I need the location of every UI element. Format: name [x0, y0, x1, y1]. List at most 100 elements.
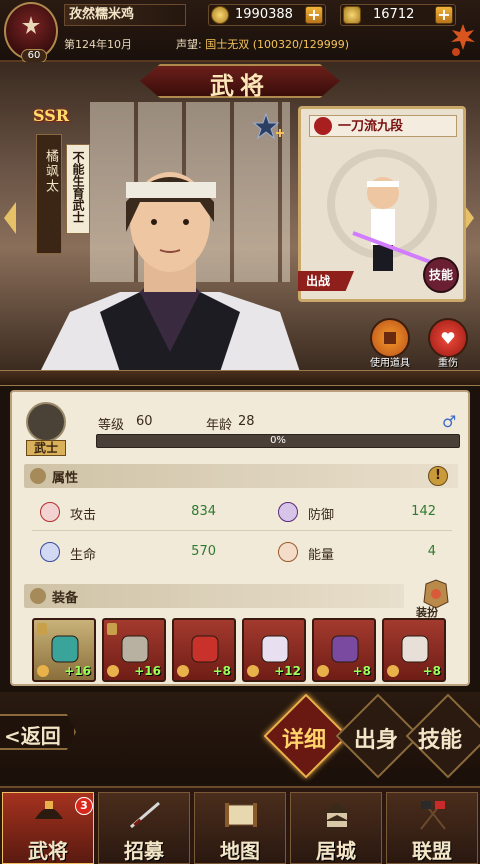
equipment-bonus: +8 — [422, 664, 441, 678]
upgrade-icon — [247, 665, 259, 677]
nav-alliance-label: 联盟 — [412, 839, 452, 863]
upgrade-icon — [107, 665, 119, 677]
defense-value: 142 — [411, 504, 436, 519]
star-plus-icon[interactable] — [252, 112, 284, 144]
samurai-helmet-icon — [26, 402, 66, 442]
castle-icon — [323, 803, 351, 827]
player-name: 孜然糯米鸡 — [64, 4, 186, 26]
generals-badge: 3 — [75, 797, 93, 815]
age-label: 年龄 — [206, 418, 233, 433]
skill-card[interactable]: 一刀流九段 出战 技能 — [298, 106, 466, 302]
use-item-button[interactable] — [370, 318, 410, 358]
attack-label: 攻击 — [70, 508, 97, 523]
skill-name-plate: 一刀流九段 — [309, 115, 457, 137]
tab-detail[interactable]: 详细 — [264, 722, 344, 754]
equipment-slot[interactable]: +8 — [312, 618, 376, 682]
tab-skill[interactable]: 技能 — [400, 722, 480, 754]
energy-value: 4 — [427, 544, 436, 559]
equipment-slot[interactable]: +16 — [102, 618, 166, 682]
equipment-bonus: +8 — [212, 664, 231, 678]
maple-leaf-icon — [451, 24, 475, 56]
health-value: 570 — [191, 544, 216, 559]
player-level-badge: 60 — [21, 49, 47, 63]
male-icon: ♂ — [442, 412, 457, 431]
nav-recruit-label: 招募 — [124, 839, 164, 863]
upgrade-icon — [317, 665, 329, 677]
prestige-value: 国士无双 (100320/129999) — [205, 38, 349, 51]
xp-text: 0% — [270, 435, 286, 446]
skill-seal: 技能 — [423, 257, 459, 293]
deploy-label: 出战 — [306, 274, 331, 288]
equipment-slot[interactable]: +12 — [242, 618, 306, 682]
crossed-flags-icon — [420, 800, 446, 830]
heal-button[interactable] — [428, 318, 468, 358]
gold-resource: 1990388 + — [208, 4, 326, 26]
add-gold-button[interactable]: + — [305, 6, 323, 24]
defense-label: 防御 — [308, 508, 335, 523]
attack-icon — [40, 502, 60, 522]
scroll-map-icon — [225, 803, 257, 827]
energy-icon — [278, 542, 298, 562]
deploy-tag: 出战 — [298, 271, 354, 291]
hero-showcase: 武将 SSR 橘飒太 不能生育武士 一刀流九段 出战 技能 使用道具 重伤 — [0, 62, 480, 372]
class-label: 武士 — [26, 440, 66, 456]
hero-portrait — [40, 172, 300, 372]
samurai-helmet-icon — [35, 801, 63, 819]
back-label: <返回 — [4, 724, 61, 748]
nav-recruit[interactable]: 招募 — [98, 792, 190, 864]
equipment-bonus: +12 — [274, 664, 301, 678]
health-icon — [40, 542, 60, 562]
defense-icon — [278, 502, 298, 522]
nav-alliance[interactable]: 联盟 — [386, 792, 478, 864]
player-avatar[interactable]: 60 — [4, 2, 58, 63]
heal-label: 重伤 — [438, 358, 458, 369]
page-title: 武将 — [210, 71, 270, 100]
energy-label: 能量 — [308, 548, 335, 563]
armor-icon — [30, 588, 46, 604]
info-warning-button[interactable]: ! — [428, 466, 448, 486]
nav-castle[interactable]: 居城 — [290, 792, 382, 864]
sword-icon — [130, 801, 160, 829]
action-bar: <返回 详细 出身 技能 — [0, 692, 480, 784]
back-button[interactable]: <返回 — [0, 714, 76, 750]
level-label: 等级 — [98, 418, 125, 433]
equipment-title: 装备 — [52, 591, 79, 606]
equipment-header: 装备 — [24, 584, 404, 608]
koban-amount: 16712 — [373, 7, 415, 22]
bottom-nav: 3 武将 招募 地图 居城 联盟 — [0, 786, 480, 864]
health-label: 生命 — [70, 548, 97, 563]
xp-bar: 0% — [96, 434, 460, 448]
clan-crest-icon — [22, 16, 40, 34]
attributes-header: 属性 ! — [24, 464, 458, 488]
hero-info-panel: 武士 等级 60 年龄 28 ♂ 0% 属性 ! 攻击 834 防御 142 生… — [10, 390, 470, 686]
upgrade-icon — [387, 665, 399, 677]
gold-amount: 1990388 — [235, 7, 293, 22]
heart-plus-icon — [441, 332, 455, 344]
upgrade-icon — [37, 665, 49, 677]
level-value: 60 — [136, 414, 153, 429]
equipment-slot[interactable]: +16 — [32, 618, 96, 682]
top-status-bar: 60 孜然糯米鸡 1990388 + 16712 + 第124年10月 声望: … — [0, 0, 480, 63]
rarity-badge: SSR — [33, 106, 70, 125]
equipment-bonus: +16 — [64, 664, 91, 678]
prestige-info: 声望: 国士无双 (100320/129999) — [176, 36, 349, 52]
gold-coin-icon — [211, 6, 229, 24]
equipment-bonus: +8 — [352, 664, 371, 678]
attack-value: 834 — [191, 504, 216, 519]
nav-map[interactable]: 地图 — [194, 792, 286, 864]
prestige-label: 声望: — [176, 38, 202, 51]
prev-hero-arrow-icon[interactable] — [4, 202, 16, 234]
nav-castle-label: 居城 — [316, 839, 356, 863]
use-item-label: 使用道具 — [370, 358, 410, 369]
scroll-icon — [30, 468, 46, 484]
equipment-slot[interactable]: +8 — [172, 618, 236, 682]
stat-divider — [32, 530, 452, 531]
upgrade-icon — [177, 665, 189, 677]
skill-emblem-icon — [314, 117, 332, 135]
age-value: 28 — [238, 414, 255, 429]
nav-generals[interactable]: 3 武将 — [2, 792, 94, 864]
attributes-title: 属性 — [52, 471, 79, 486]
ornate-divider — [0, 370, 480, 386]
skill-name: 一刀流九段 — [338, 119, 404, 134]
equipment-slot[interactable]: +8 — [382, 618, 446, 682]
